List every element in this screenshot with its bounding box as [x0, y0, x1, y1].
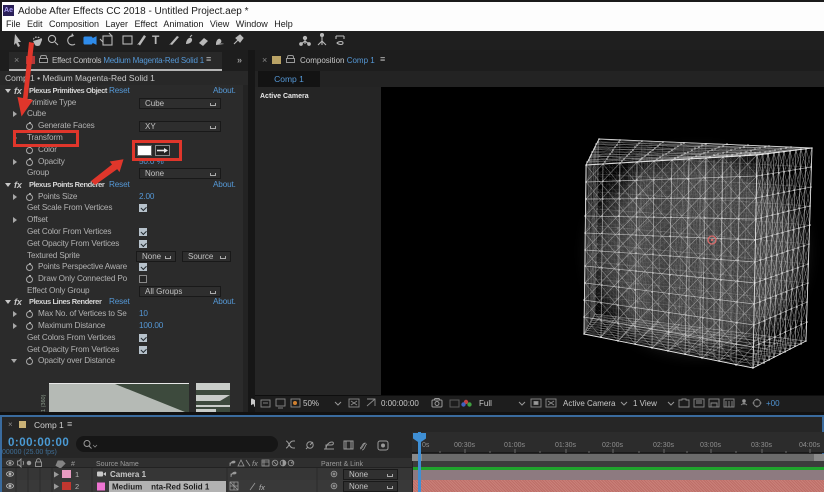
svg-text:Source Name: Source Name	[96, 461, 139, 468]
svg-text:03:30s: 03:30s	[751, 442, 773, 449]
svg-text:T: T	[152, 33, 160, 47]
svg-text:Active Camera: Active Camera	[563, 399, 616, 408]
svg-text:50%: 50%	[303, 399, 319, 408]
svg-text:04:00s: 04:00s	[799, 442, 821, 449]
svg-text:fx: fx	[259, 483, 265, 492]
svg-text:Medium nta-Red Solid 1: Medium nta-Red Solid 1	[112, 483, 210, 492]
svg-text:2: 2	[75, 482, 79, 491]
svg-text:02:30s: 02:30s	[653, 442, 675, 449]
svg-text:0s: 0s	[422, 442, 430, 449]
svg-text:fx: fx	[252, 459, 258, 468]
svg-text:Parent & Link: Parent & Link	[321, 461, 364, 468]
svg-text:1: 1	[75, 470, 79, 479]
svg-text:Full: Full	[479, 399, 492, 408]
svg-text:02:00s: 02:00s	[602, 442, 624, 449]
svg-text:03:00s: 03:00s	[700, 442, 722, 449]
svg-text:01:00s: 01:00s	[504, 442, 526, 449]
svg-text:+00: +00	[766, 399, 780, 408]
svg-text:00:30s: 00:30s	[454, 442, 476, 449]
svg-text:1 View: 1 View	[633, 399, 657, 408]
svg-text:01:30s: 01:30s	[555, 442, 577, 449]
svg-text:#: #	[71, 461, 75, 468]
svg-text:Camera 1: Camera 1	[110, 470, 147, 479]
svg-text:0:00:00:00: 0:00:00:00	[381, 399, 419, 408]
